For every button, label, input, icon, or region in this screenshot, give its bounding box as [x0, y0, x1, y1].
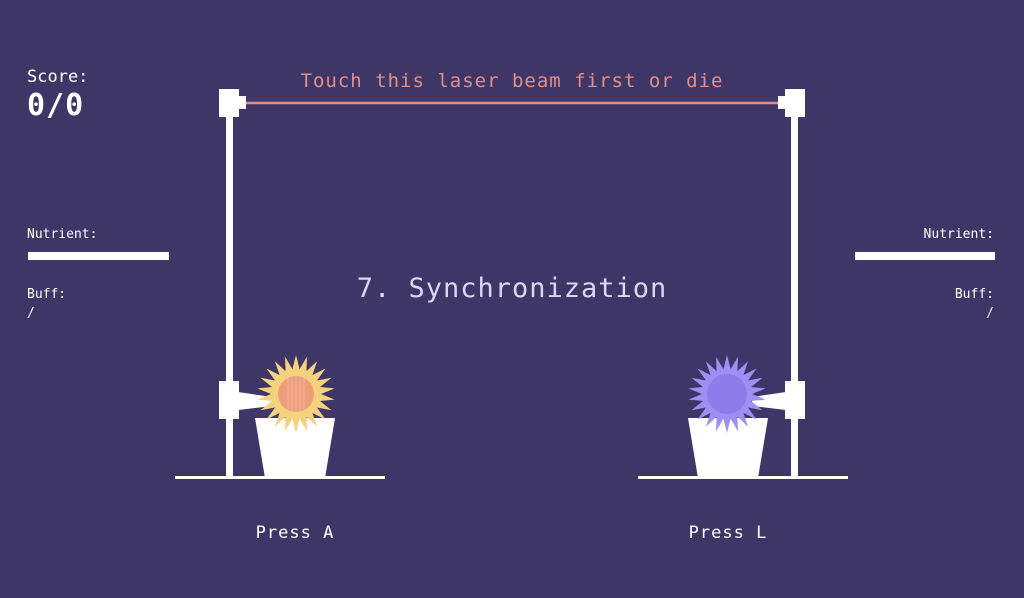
level-title: 7. Synchronization [356, 273, 668, 304]
right-nutrient-label: Nutrient: [923, 227, 994, 242]
left-nutrient-bar [28, 252, 169, 260]
left-buff-value: / [27, 306, 35, 321]
flower-center [707, 374, 747, 414]
right-buff-value: / [986, 306, 994, 321]
score-value: 0/0 [27, 88, 85, 123]
laser-warning-label: Touch this laser beam first or die [300, 70, 724, 92]
left-nutrient-label: Nutrient: [27, 227, 98, 242]
left-player-prompt: Press A [255, 523, 335, 543]
right-nutrient-bar [855, 252, 995, 260]
right-player-prompt: Press L [688, 523, 768, 543]
